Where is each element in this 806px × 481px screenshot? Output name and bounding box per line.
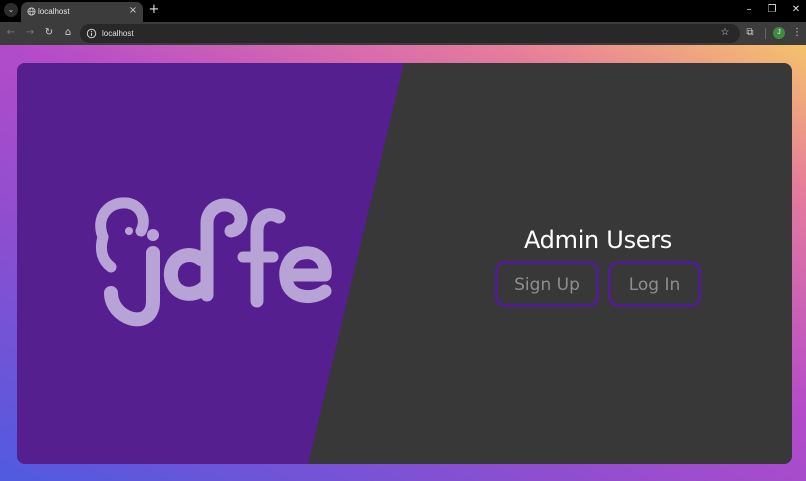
log-in-button[interactable]: Log In	[608, 261, 701, 307]
home-button[interactable]: ⌂	[61, 26, 75, 40]
address-url[interactable]: localhost	[102, 27, 134, 40]
sign-up-button[interactable]: Sign Up	[495, 261, 599, 307]
extensions-icon[interactable]: ⧉	[743, 26, 757, 40]
tab-title: localhost	[38, 7, 70, 16]
profile-avatar[interactable]: J	[773, 27, 785, 39]
auth-panel: Admin Users Sign Up Log In	[495, 223, 701, 313]
toolbar-divider	[765, 28, 766, 39]
close-tab-icon[interactable]: ×	[127, 5, 139, 17]
minimize-button[interactable]: –	[742, 3, 756, 17]
browser-toolbar: ← → ↻ ⌂ localhost ☆ ⧉ J ⋮	[0, 22, 806, 45]
new-tab-button[interactable]: +	[148, 3, 160, 17]
globe-icon	[27, 7, 36, 16]
landing-card: Admin Users Sign Up Log In	[17, 63, 792, 464]
browser-tab[interactable]: localhost ×	[21, 2, 143, 22]
back-button[interactable]: ←	[4, 26, 18, 40]
reload-button[interactable]: ↻	[42, 26, 56, 40]
site-info-icon[interactable]	[86, 28, 97, 39]
browser-menu-icon[interactable]: ⋮	[790, 26, 804, 40]
page-viewport: Admin Users Sign Up Log In	[0, 45, 806, 481]
tab-strip: ⌄ localhost × + – ❐ ✕	[0, 0, 806, 22]
restore-button[interactable]: ❐	[765, 3, 779, 17]
bookmark-star-icon[interactable]: ☆	[718, 26, 732, 40]
page-title: Admin Users	[523, 226, 673, 254]
jdfe-logo	[95, 197, 332, 327]
address-bar[interactable]: localhost ☆	[80, 24, 740, 43]
close-window-button[interactable]: ✕	[789, 3, 803, 17]
tab-search-button[interactable]: ⌄	[4, 3, 18, 17]
forward-button[interactable]: →	[23, 26, 37, 40]
